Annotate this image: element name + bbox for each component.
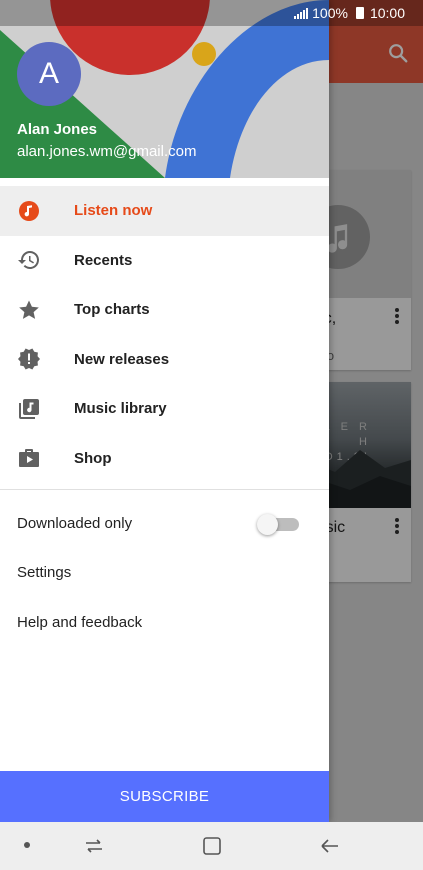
home-button[interactable] [200,834,224,858]
toggle-thumb [257,513,278,535]
history-icon [17,248,41,272]
menu-item-label: Listen now [74,202,153,220]
star-icon [17,298,41,322]
settings-row[interactable]: Settings [0,548,329,597]
downloaded-only-toggle[interactable] [257,513,301,535]
new-releases-icon [17,347,41,371]
recents-button[interactable] [82,834,106,858]
menu-item-music-library[interactable]: Music library [0,384,329,434]
music-library-icon [17,397,41,421]
signal-icon [294,7,309,19]
menu-item-label: Recents [74,251,133,269]
avatar[interactable]: A [17,42,81,106]
battery-percent: 100% [312,5,348,21]
clock: 10:00 [369,5,405,21]
help-feedback-row[interactable]: Help and feedback [0,598,329,647]
menu-item-label: Shop [74,449,112,467]
battery-icon [355,7,364,19]
menu-item-new-releases[interactable]: New releases [0,335,329,385]
nav-dot-indicator [24,842,30,848]
status-bar: 100% 10:00 [0,0,423,26]
user-email: alan.jones.wm@gmail.com [17,143,197,160]
downloaded-only-row[interactable]: Downloaded only [0,499,329,548]
help-feedback-label: Help and feedback [17,614,143,631]
menu-item-top-charts[interactable]: Top charts [0,285,329,335]
menu-item-recents[interactable]: Recents [0,236,329,286]
menu-divider [0,489,329,490]
shop-icon [17,446,41,470]
subscribe-button[interactable]: SUBSCRIBE [0,771,329,822]
menu-item-label: New releases [74,350,170,368]
menu-item-label: Top charts [74,301,150,319]
menu-item-label: Music library [74,400,167,418]
navigation-drawer: A Alan Jones alan.jones.wm@gmail.com Lis… [0,0,329,822]
phone-screen: Music, 1 k Radio L E R H UD1.2! d Music … [0,0,423,870]
system-nav-bar [0,822,423,870]
settings-label: Settings [17,564,72,581]
listen-now-icon [17,199,41,223]
menu-item-listen-now[interactable]: Listen now [0,186,329,236]
menu-item-shop[interactable]: Shop [0,434,329,484]
drawer-header: A Alan Jones alan.jones.wm@gmail.com [0,0,329,178]
downloaded-only-label: Downloaded only [17,515,133,532]
user-name: Alan Jones [17,121,98,138]
back-button[interactable] [318,834,342,858]
drawer-menu: Listen now Recents Top charts New releas… [0,186,329,483]
